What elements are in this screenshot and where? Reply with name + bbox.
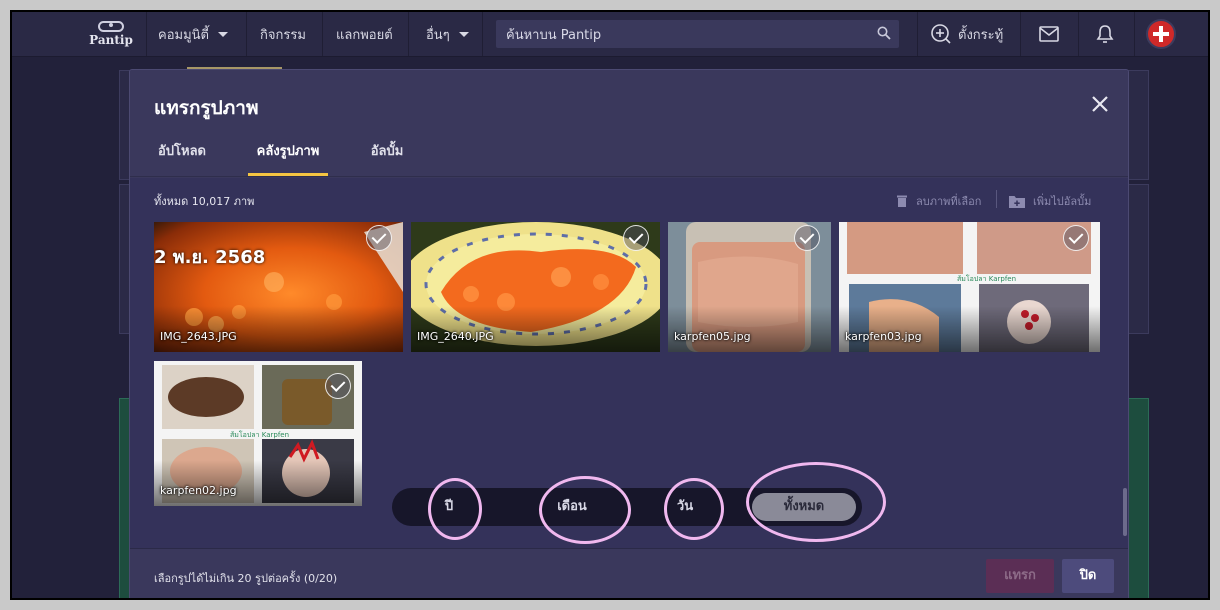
close-button[interactable]: ปิด: [1062, 559, 1114, 593]
nav-others[interactable]: อื่นๆ: [426, 12, 469, 56]
logo-text: Pantip: [89, 33, 133, 47]
modal-title: แทรกรูปภาพ: [154, 97, 259, 119]
top-navbar: Pantip คอมมูนิตี้ กิจกรรม แลกพอยต์ อื่นๆ…: [12, 12, 1208, 57]
tab-album[interactable]: อัลบั้ม: [362, 140, 412, 176]
nav-community[interactable]: คอมมูนิตี้: [158, 12, 228, 56]
selection-limit-note: เลือกรูปได้ไม่เกิน 20 รูปต่อครั้ง (0/20): [154, 572, 338, 585]
image-thumbnail[interactable]: ส้มโอปลา Karpfen karpfen03.jpg: [839, 222, 1100, 352]
delete-selected-label: ลบภาพที่เลือก: [916, 195, 982, 208]
search-placeholder: ค้นหาบน Pantip: [506, 27, 602, 43]
folder-add-icon: [1009, 195, 1025, 208]
thumbnail-filename: IMG_2643.JPG: [160, 330, 237, 343]
nav-divider: [246, 12, 247, 56]
logo-icon: [98, 21, 124, 32]
add-to-album-label: เพิ่มไปอัลบั้ม: [1033, 195, 1092, 208]
scrollbar[interactable]: [1123, 488, 1127, 536]
select-checkbox[interactable]: [325, 373, 351, 399]
chevron-down-icon: [458, 31, 469, 37]
modal-body: ทั้งหมด 10,017 ภาพ ลบภาพที่เลือก เพิ่มไป…: [130, 178, 1128, 548]
browser-frame: Pantip คอมมูนิตี้ กิจกรรม แลกพอยต์ อื่นๆ…: [10, 10, 1210, 600]
notifications-button[interactable]: [1096, 12, 1114, 56]
nav-others-label: อื่นๆ: [426, 27, 450, 43]
nav-divider: [408, 12, 409, 56]
delete-selected-button[interactable]: ลบภาพที่เลือก: [896, 192, 981, 210]
add-post-icon: [931, 24, 951, 44]
new-post-label: ตั้งกระทู้: [958, 27, 1004, 43]
select-checkbox[interactable]: [366, 225, 392, 251]
tab-image-library[interactable]: คลังรูปภาพ: [248, 140, 328, 176]
nav-divider: [482, 12, 483, 56]
add-to-album-button[interactable]: เพิ่มไปอัลบั้ม: [1009, 192, 1091, 210]
nav-divider: [1078, 12, 1079, 56]
thumbnail-shade: [668, 306, 831, 352]
messages-button[interactable]: [1039, 12, 1059, 56]
avatar[interactable]: [1146, 19, 1176, 49]
modal-footer: เลือกรูปได้ไม่เกิน 20 รูปต่อครั้ง (0/20)…: [130, 548, 1128, 598]
new-post-button[interactable]: ตั้งกระทู้: [930, 12, 1003, 56]
search-icon[interactable]: [877, 26, 891, 40]
annotation-ring: [428, 478, 482, 540]
nav-community-label: คอมมูนิตี้: [158, 27, 209, 43]
nav-activity[interactable]: กิจกรรม: [260, 12, 306, 56]
background-decoration: [187, 56, 282, 70]
tab-upload[interactable]: อัปโหลด: [150, 140, 214, 176]
select-checkbox[interactable]: [1063, 225, 1089, 251]
search-input[interactable]: ค้นหาบน Pantip: [496, 20, 899, 48]
thumbnail-filename: IMG_2640.JPG: [417, 330, 494, 343]
nav-divider: [1020, 12, 1021, 56]
nav-exchange-points[interactable]: แลกพอยต์: [336, 12, 393, 56]
annotation-ring: [664, 478, 724, 540]
annotation-ring: [539, 476, 631, 544]
thumbnail-filename: karpfen03.jpg: [845, 330, 922, 343]
nav-divider: [917, 12, 918, 56]
insert-image-modal: แทรกรูปภาพ อัปโหลด คลังรูปภาพ อัลบั้ม ทั…: [129, 69, 1129, 598]
thumbnail-shade: [411, 306, 660, 352]
bell-icon: [1096, 25, 1114, 43]
thumbnail-shade: [154, 306, 403, 352]
thumbnail-shade: [154, 460, 362, 506]
action-divider: [996, 190, 997, 208]
collage-caption: ส้มโอปลา Karpfen: [957, 275, 1017, 283]
chevron-down-icon: [217, 31, 228, 37]
nav-divider: [322, 12, 323, 56]
date-overlay: 2 พ.ย. 2568: [154, 247, 266, 268]
insert-button[interactable]: แทรก: [986, 559, 1054, 593]
close-icon[interactable]: [1088, 92, 1112, 116]
select-checkbox[interactable]: [794, 225, 820, 251]
modal-header: แทรกรูปภาพ อัปโหลด คลังรูปภาพ อัลบั้ม: [130, 70, 1128, 177]
mail-icon: [1039, 26, 1059, 42]
collage-caption: ส้มโอปลา Karpfen: [230, 431, 290, 439]
nav-activity-label: กิจกรรม: [260, 27, 306, 43]
nav-divider: [1134, 12, 1135, 56]
image-thumbnail[interactable]: karpfen05.jpg: [668, 222, 831, 352]
image-thumbnail[interactable]: ส้มโอปลา Karpfen karpfen02.jpg: [154, 361, 362, 506]
image-count: ทั้งหมด 10,017 ภาพ: [154, 195, 255, 208]
nav-exchange-label: แลกพอยต์: [336, 27, 393, 43]
thumbnail-filename: karpfen05.jpg: [674, 330, 751, 343]
thumbnail-filename: karpfen02.jpg: [160, 484, 237, 497]
pantip-logo[interactable]: Pantip: [84, 12, 138, 56]
image-thumbnail[interactable]: 2 พ.ย. 2568 IMG_2643.JPG: [154, 222, 403, 352]
image-thumbnail[interactable]: IMG_2640.JPG: [411, 222, 660, 352]
trash-icon: [897, 195, 907, 207]
annotation-ring: [746, 462, 886, 542]
nav-divider: [146, 12, 147, 56]
select-checkbox[interactable]: [623, 225, 649, 251]
thumbnail-shade: [839, 306, 1100, 352]
